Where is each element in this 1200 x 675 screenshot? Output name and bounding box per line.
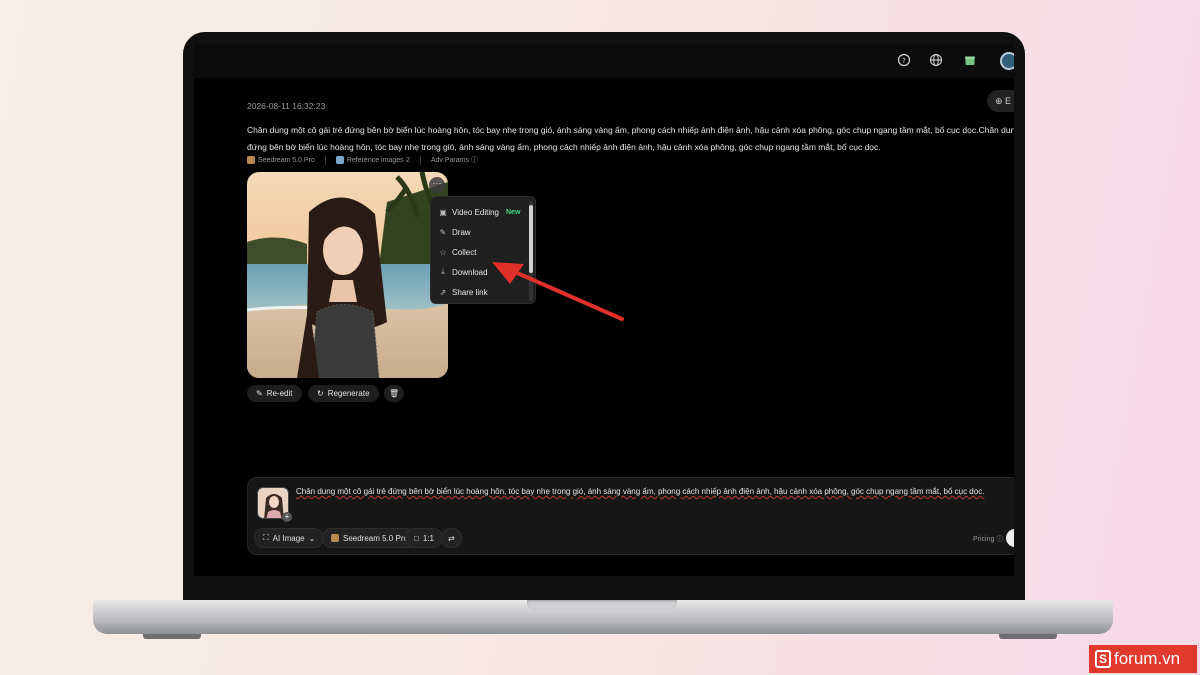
menu-item-label: Download [452,267,488,277]
generated-image[interactable] [247,172,448,378]
svg-text:?: ? [902,57,906,65]
menu-item-label: Collect [452,247,477,257]
reedit-button[interactable]: ✎ Re-edit [247,385,302,402]
generation-timestamp: 2026-08-11 16:32:23 [247,101,326,111]
download-icon: ⤓ [441,267,445,276]
generation-prompt: Chân dung một cô gái trẻ đứng bên bờ biể… [247,120,1014,157]
laptop-notch [527,600,677,610]
annotation-arrow [492,262,624,321]
pencil-icon: ✎ [439,227,447,237]
prompt-line-2: đứng bên bờ biển lúc hoàng hôn, tóc bay … [247,142,881,152]
reedit-label: Re-edit [266,389,293,398]
reference-label: Reference images·2 [346,156,410,164]
model-tag: Seedream 5.0 Pro [247,156,315,164]
ratio-label: 1:1 [422,533,434,543]
refresh-icon: ↻ [317,389,324,398]
divider [419,155,421,165]
model-thumb-icon [331,534,339,542]
globe-icon[interactable] [929,53,943,67]
explore-label: E [1005,96,1012,106]
new-badge: New [506,208,521,216]
adv-params-tag[interactable]: Adv Params ⓘ [431,155,478,165]
model-label: Seedream 5.0 Pro [343,533,408,543]
reference-tag[interactable]: Reference images·2 [335,156,410,164]
model-thumb-icon [247,156,255,164]
more-options-button[interactable]: ··· [429,177,445,193]
prompt-input[interactable]: Chân dung một cô gái trẻ đứng bên bờ biể… [296,487,984,496]
laptop-foot [999,634,1057,639]
prompt-composer: + Chân dung một cô gái trẻ đứng bên bờ b… [247,477,1014,555]
pencil-icon: ✎ [256,389,263,398]
top-bar: ? [194,44,1014,78]
mode-label: AI Image [272,533,305,543]
menu-item-label: Draw [452,227,471,237]
trash-icon: 🗑 [389,389,400,398]
menu-item-label: Video Editing [452,207,499,217]
pricing-link[interactable]: Pricing ⓘ [973,534,1003,544]
share-icon: ⇗ [439,287,447,297]
regenerate-label: Regenerate [327,389,370,398]
help-icon[interactable]: ? [897,53,911,67]
ratio-selector[interactable]: □ 1:1 [405,528,443,548]
explore-button[interactable]: ⊕ E [987,90,1014,112]
generation-meta: Seedream 5.0 Pro Reference images·2 Adv … [247,155,478,165]
regenerate-button[interactable]: ↻ Regenerate [308,385,379,402]
star-icon: ☆ [439,247,447,257]
model-selector[interactable]: Seedream 5.0 Pro [322,528,417,548]
ratio-icon: □ [414,533,419,543]
laptop-base [93,600,1113,634]
menu-item-draw[interactable]: ✎ Draw [431,222,527,242]
model-label: Seedream 5.0 Pro [258,156,315,164]
video-edit-icon: ▣ [439,207,447,217]
reference-thumb-icon [335,156,344,164]
delete-button[interactable]: 🗑 [384,385,405,402]
add-image-icon[interactable]: + [282,512,292,522]
app-screen: ? ⊕ E 2026-08-11 16:32:23 Chân dung một … [194,44,1014,576]
user-avatar[interactable] [1000,52,1014,70]
watermark-text: forum.vn [1114,649,1181,668]
gift-icon[interactable] [963,53,977,67]
image-icon: ⛶ [263,533,269,542]
mode-selector[interactable]: ⛶ AI Image ⌄ [254,528,325,548]
menu-item-video-editing[interactable]: ▣ Video Editing New [431,202,527,222]
divider [324,155,326,165]
sforum-watermark: S forum.vn [1089,645,1197,673]
laptop-foot [143,634,201,639]
menu-item-label: Share link [452,287,488,297]
send-button[interactable] [1006,529,1014,547]
swap-button[interactable]: ⇄ [441,528,462,548]
swap-icon: ⇄ [448,533,455,543]
menu-item-collect[interactable]: ☆ Collect [431,242,527,262]
adv-params-label: Adv Params ⓘ [430,157,478,164]
sforum-logo-icon: S [1095,650,1111,668]
chevron-down-icon: ⌄ [308,533,316,543]
